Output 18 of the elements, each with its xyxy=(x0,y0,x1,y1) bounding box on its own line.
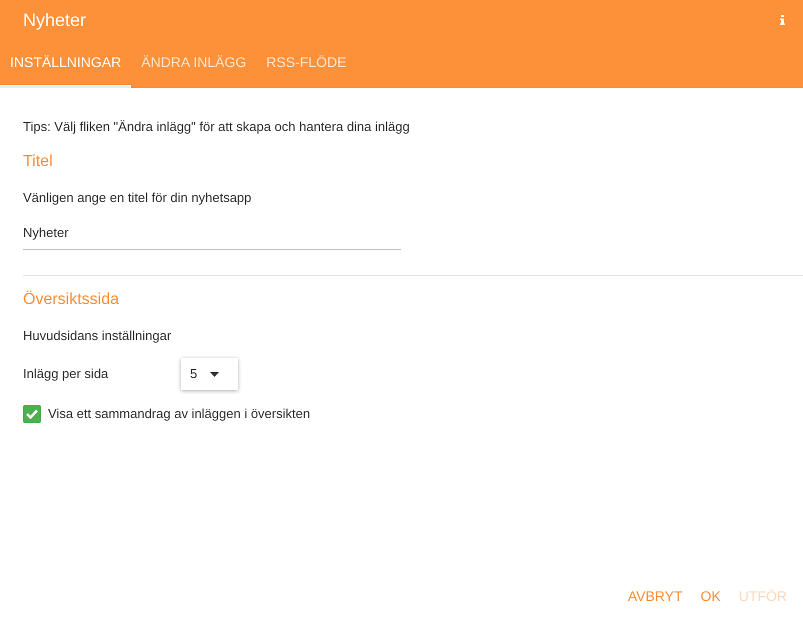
posts-per-page-dropdown[interactable]: 5 xyxy=(181,358,238,390)
app-title: Nyheter xyxy=(23,8,86,32)
field-label: Inlägg per sida xyxy=(23,365,110,384)
checkbox-label: Visa ett sammandrag av inläggen i översikten xyxy=(48,405,310,423)
footer-button[interactable]: OK xyxy=(692,582,729,611)
section-description: Vänligen ange en titel för din nyhetsapp xyxy=(23,188,252,207)
info-icon[interactable] xyxy=(780,15,785,25)
tab[interactable]: INSTÄLLNINGAR xyxy=(0,40,132,88)
title-field[interactable]: Nyheter xyxy=(23,223,401,250)
tab[interactable]: RSS-FLÖDE xyxy=(256,40,356,88)
section-description: Huvudsidans inställningar xyxy=(23,326,172,345)
section-heading: Titel xyxy=(23,152,54,172)
tip-text: Tips: Välj fliken "Ändra inlägg" för att skapa och hantera dina inlägg xyxy=(23,118,411,136)
caret-icon xyxy=(210,372,220,376)
tab[interactable]: ÄNDRA INLÄGG xyxy=(131,40,256,88)
section-heading: Översiktssida xyxy=(23,290,120,310)
checkbox[interactable] xyxy=(23,404,41,423)
footer-button[interactable]: AVBRYT xyxy=(620,582,691,611)
